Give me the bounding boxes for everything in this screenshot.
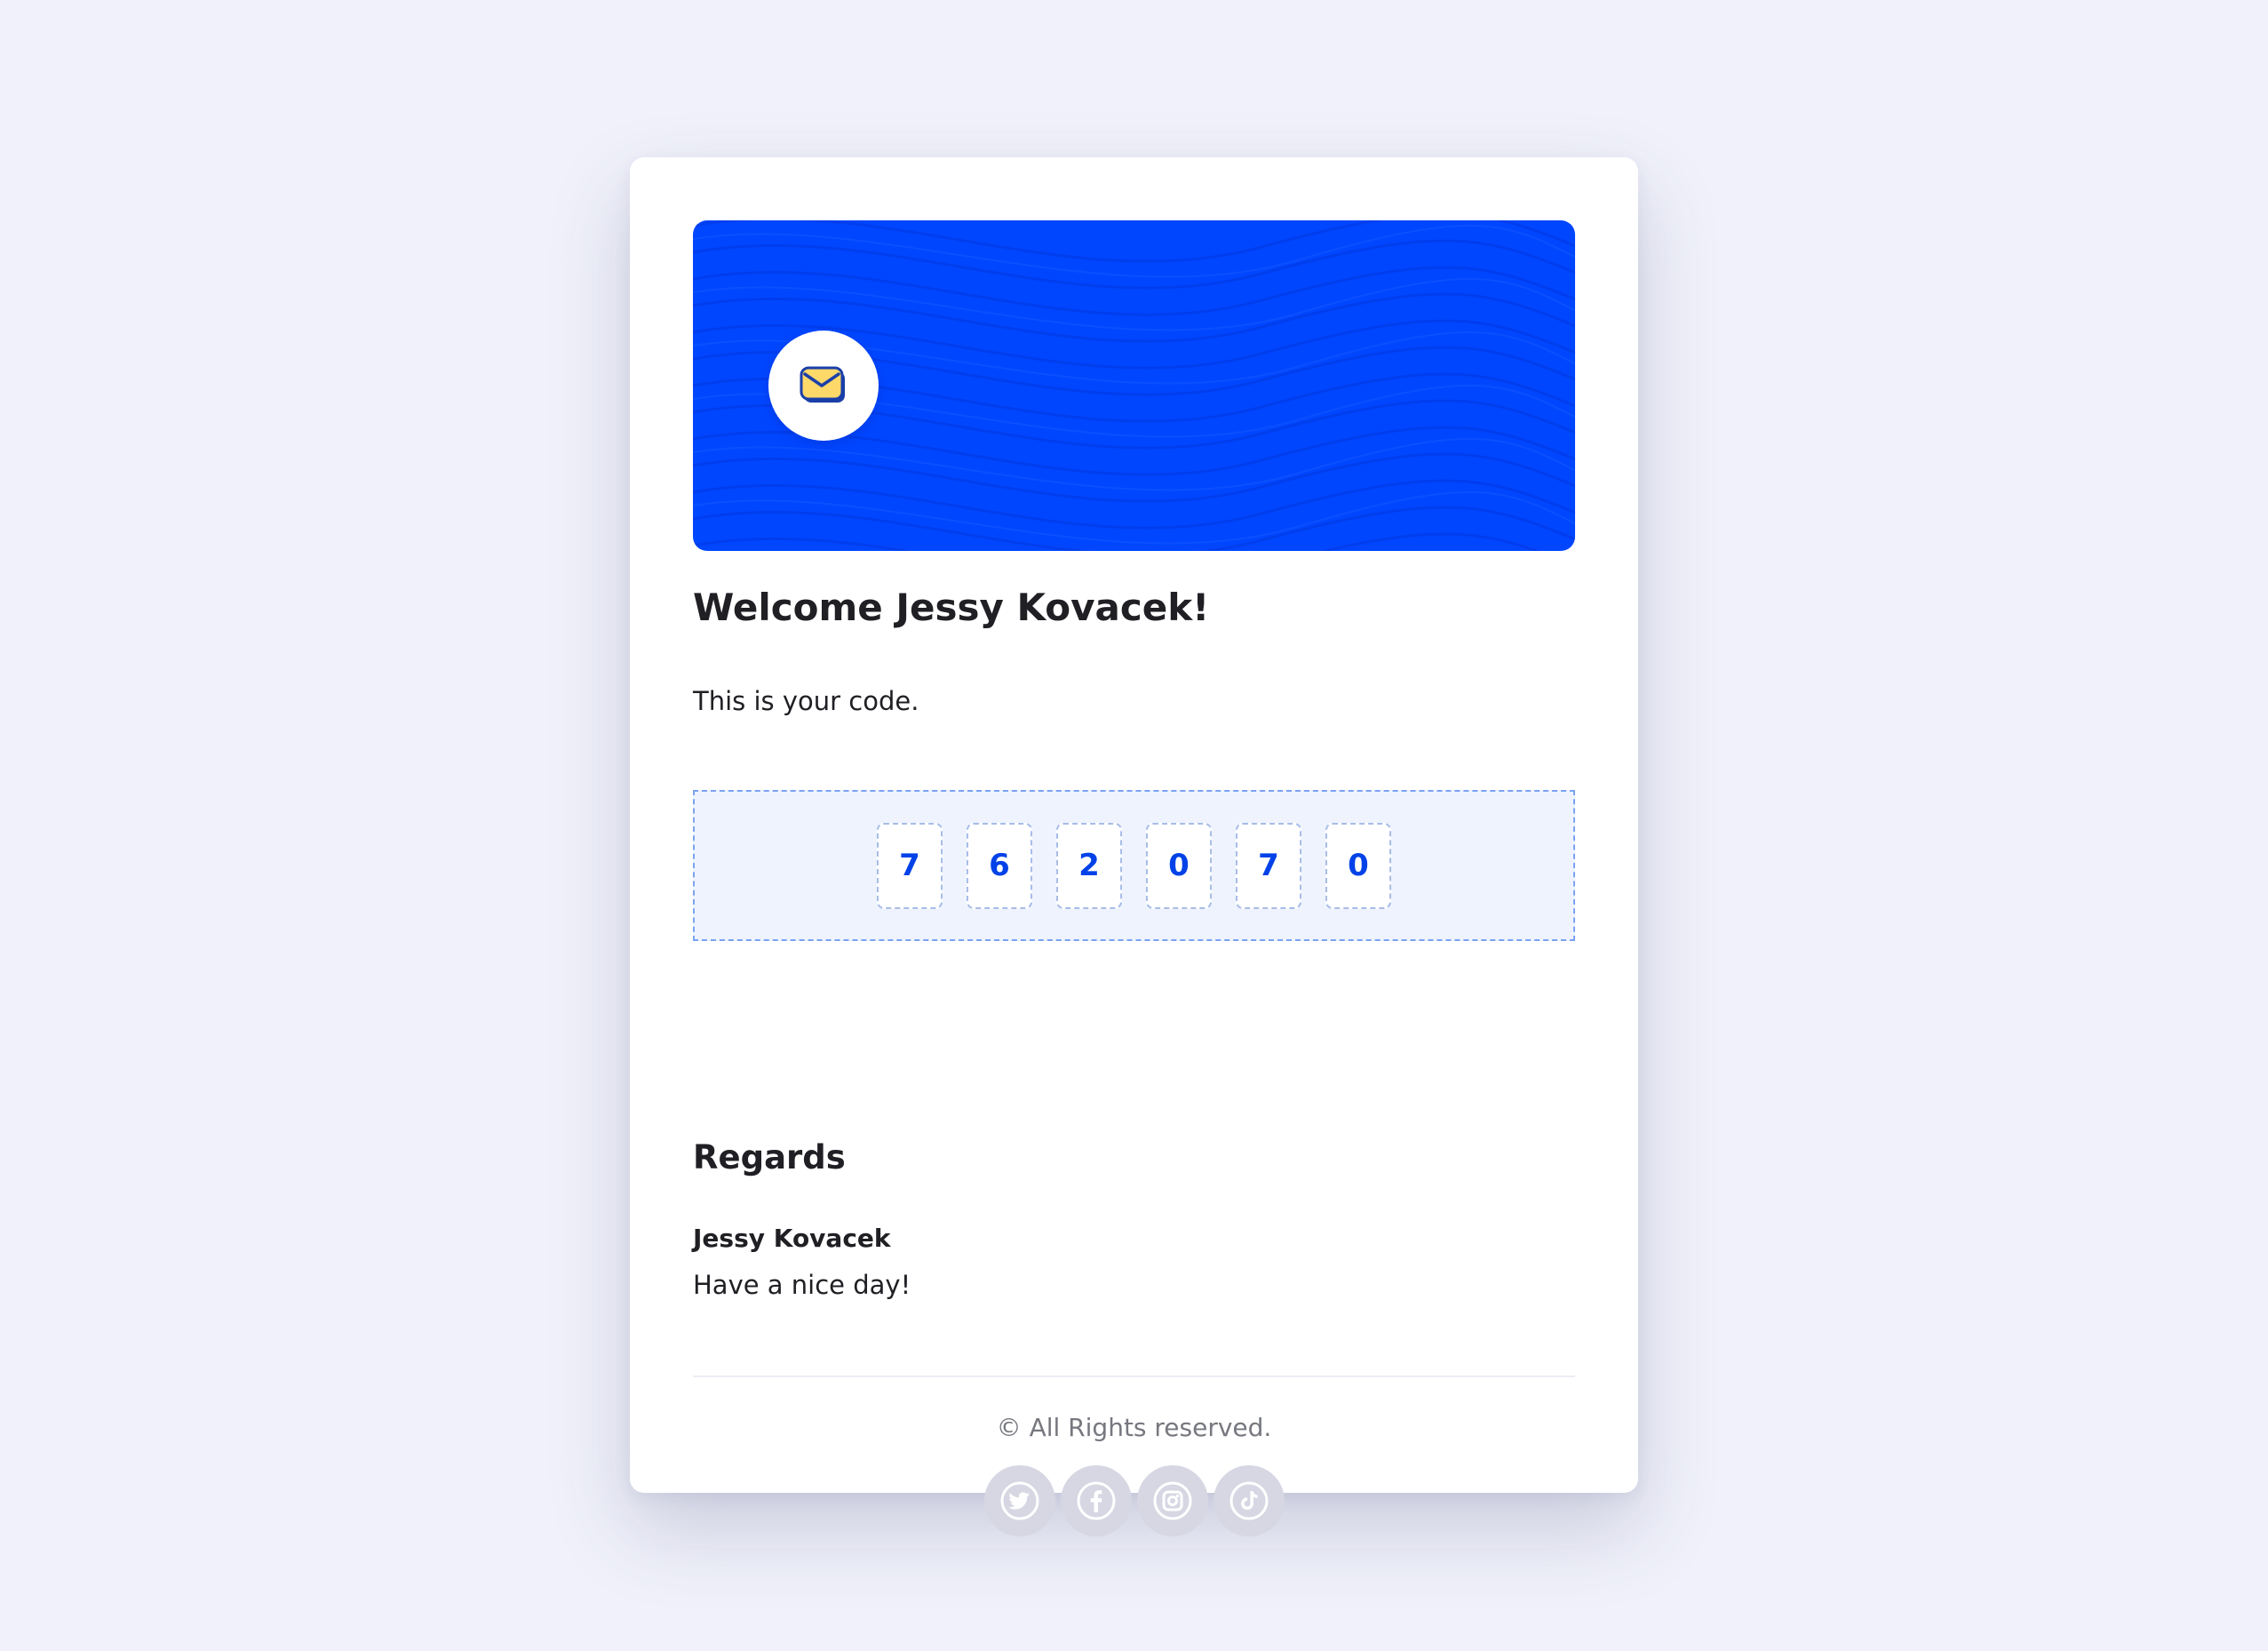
- code-digit: 7: [877, 822, 943, 909]
- tiktok-icon: [1229, 1481, 1268, 1520]
- sign-off-text: Have a nice day!: [693, 1270, 911, 1300]
- instagram-icon: [1153, 1481, 1191, 1520]
- copyright-text: © All Rights reserved.: [996, 1413, 1272, 1442]
- twitter-link[interactable]: [983, 1465, 1055, 1536]
- social-links: [630, 1465, 1638, 1536]
- regards-heading: Regards: [693, 1138, 846, 1176]
- code-digit: 2: [1056, 822, 1122, 909]
- facebook-link[interactable]: [1060, 1465, 1132, 1536]
- facebook-icon: [1077, 1481, 1115, 1520]
- envelope-badge: [768, 331, 879, 441]
- verification-code-box: 7 6 2 0 7 0: [693, 790, 1575, 941]
- tiktok-link[interactable]: [1213, 1465, 1285, 1536]
- email-header-banner: [693, 220, 1575, 551]
- code-digit: 0: [1325, 822, 1391, 909]
- sender-name: Jessy Kovacek: [693, 1224, 891, 1253]
- envelope-icon: [800, 366, 845, 403]
- intro-text: This is your code.: [693, 686, 919, 716]
- email-card: Welcome Jessy Kovacek! This is your code…: [630, 157, 1638, 1536]
- footer-divider: [693, 1376, 1575, 1377]
- instagram-link[interactable]: [1136, 1465, 1208, 1536]
- welcome-heading: Welcome Jessy Kovacek!: [693, 586, 1210, 629]
- code-digit: 0: [1146, 822, 1212, 909]
- code-digit: 7: [1236, 822, 1301, 909]
- code-digit: 6: [967, 822, 1032, 909]
- twitter-icon: [1000, 1481, 1039, 1520]
